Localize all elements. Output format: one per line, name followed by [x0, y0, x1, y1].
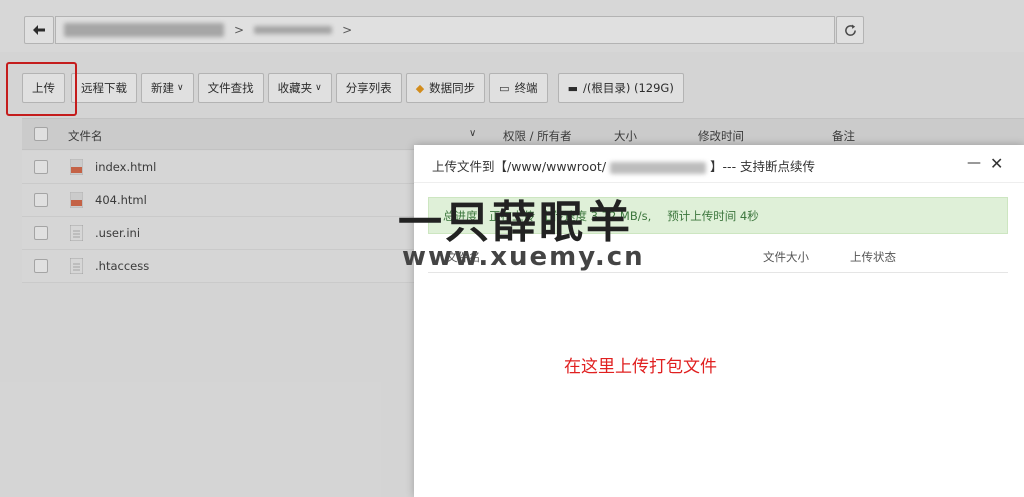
table-row[interactable]: 404.html	[22, 184, 414, 217]
upload-highlight-box	[6, 62, 77, 116]
terminal-icon: ▭	[499, 81, 510, 95]
data-sync-button[interactable]: ◆ 数据同步	[405, 73, 486, 103]
header-permission[interactable]: 权限 / 所有者	[503, 128, 572, 144]
row-checkbox[interactable]	[34, 226, 48, 240]
remote-download-button[interactable]: 远程下载	[71, 73, 137, 103]
refresh-button[interactable]	[836, 16, 864, 44]
disk-icon: ▬	[567, 81, 578, 95]
file-search-button[interactable]: 文件查找	[197, 73, 264, 103]
favorites-dropdown[interactable]: 收藏夹 ∨	[267, 73, 332, 103]
address-bar-area: > >	[0, 0, 1024, 52]
header-modified[interactable]: 修改时间	[698, 128, 744, 144]
table-row[interactable]: .htaccess	[22, 250, 414, 283]
header-name[interactable]: 文件名	[68, 128, 103, 144]
dialog-title-suffix: 】--- 支持断点续传	[710, 159, 816, 174]
refresh-icon	[844, 23, 856, 36]
chevron-down-icon: ∨	[315, 83, 322, 93]
back-button[interactable]	[24, 16, 54, 44]
text-file-icon	[70, 258, 83, 274]
minimize-icon[interactable]: —	[967, 156, 981, 170]
new-label: 新建	[151, 81, 174, 95]
divider	[428, 272, 1008, 273]
close-icon[interactable]: ✕	[990, 154, 1003, 173]
toolbar: 上传 远程下载 新建 ∨ 文件查找 收藏夹 ∨ 分享列表 ◆ 数据同步 ▭ 终端 ▬/(…	[22, 73, 684, 103]
row-checkbox[interactable]	[34, 160, 48, 174]
terminal-button[interactable]: ▭ 终端	[489, 73, 548, 103]
file-name[interactable]: 404.html	[95, 193, 147, 207]
remote-download-label: 远程下载	[81, 81, 127, 95]
upload-drop-hint[interactable]: 在这里上传打包文件	[564, 352, 717, 377]
watermark-title: 一只薛眠羊	[398, 197, 633, 248]
row-checkbox[interactable]	[34, 259, 48, 273]
header-note[interactable]: 备注	[832, 128, 855, 144]
path-separator: >	[234, 23, 245, 37]
select-all-checkbox[interactable]	[34, 127, 48, 141]
favorites-label: 收藏夹	[277, 81, 313, 95]
dialog-header: 上传文件到【/www/wwwroot/ 】--- 支持断点续传 — ✕	[414, 145, 1024, 183]
blurred-path-segment	[610, 161, 707, 174]
path-separator: >	[342, 23, 353, 37]
sort-chevron-icon[interactable]: ∨	[469, 128, 476, 139]
path-input[interactable]: > >	[55, 16, 835, 44]
col-file-size: 文件大小	[763, 250, 809, 264]
file-search-label: 文件查找	[207, 81, 254, 95]
watermark-url: www.xuemy.cn	[402, 242, 645, 272]
blurred-path-segment	[254, 26, 333, 34]
disk-label: /(根目录) (129G)	[582, 81, 674, 95]
blurred-path-segment	[64, 23, 224, 37]
terminal-label: 终端	[514, 81, 538, 95]
html-file-icon	[70, 159, 83, 175]
dialog-title-prefix: 上传文件到【/www/wwwroot/	[432, 159, 607, 174]
dialog-title: 上传文件到【/www/wwwroot/ 】--- 支持断点续传	[432, 156, 815, 175]
header-size[interactable]: 大小	[614, 128, 637, 144]
disk-button[interactable]: ▬ /(根目录) (129G)	[557, 73, 684, 103]
html-file-icon	[70, 192, 83, 208]
sync-icon: ◆	[415, 81, 425, 95]
arrow-left-icon	[33, 25, 45, 35]
table-row[interactable]: index.html	[22, 151, 414, 184]
status-eta: 预计上传时间 4秒	[667, 208, 759, 223]
share-list-button[interactable]: 分享列表	[335, 73, 402, 103]
file-name[interactable]: .htaccess	[95, 259, 149, 273]
table-row[interactable]: .user.ini	[22, 217, 414, 250]
data-sync-label: 数据同步	[429, 81, 476, 95]
share-list-label: 分享列表	[345, 81, 392, 95]
col-upload-state: 上传状态	[850, 250, 896, 264]
row-checkbox[interactable]	[34, 193, 48, 207]
file-name[interactable]: .user.ini	[95, 226, 140, 240]
new-dropdown[interactable]: 新建 ∨	[141, 73, 194, 103]
chevron-down-icon: ∨	[177, 83, 184, 93]
file-name[interactable]: index.html	[95, 160, 156, 174]
text-file-icon	[70, 225, 83, 241]
